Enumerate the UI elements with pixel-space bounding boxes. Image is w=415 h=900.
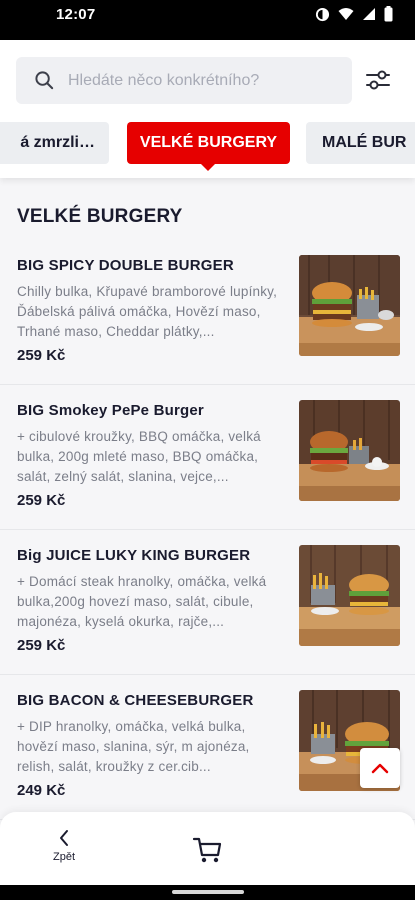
filter-button[interactable] bbox=[362, 64, 394, 96]
status-time: 12:07 bbox=[56, 6, 96, 23]
filter-icon bbox=[366, 70, 390, 90]
search-icon bbox=[35, 71, 54, 90]
item-price: 249 Kč bbox=[17, 782, 66, 799]
header: á zmrzli… VELKÉ BURGERY MALÉ BUR bbox=[0, 40, 415, 178]
search-bar[interactable] bbox=[16, 57, 352, 104]
search-input[interactable] bbox=[68, 57, 338, 104]
system-nav-bar bbox=[0, 885, 415, 900]
wifi-icon bbox=[338, 8, 354, 20]
status-icons bbox=[315, 6, 393, 22]
item-description: Chilly bulka, Křupavé bramborové lupínky… bbox=[17, 284, 278, 339]
back-label: Zpět bbox=[52, 851, 75, 863]
item-name: BIG BACON & CHEESEBURGER bbox=[17, 692, 254, 709]
data-saver-icon bbox=[315, 7, 330, 21]
item-name: Big JUICE LUKY KING BURGER bbox=[17, 547, 251, 564]
category-tab-next[interactable]: MALÉ BUR bbox=[306, 122, 415, 164]
list-item[interactable]: Big JUICE LUKY KING BURGER + Domácí stea… bbox=[0, 530, 415, 675]
item-name: BIG Smokey PePe Burger bbox=[17, 402, 204, 419]
home-indicator[interactable] bbox=[172, 890, 244, 894]
scroll-to-top-button[interactable] bbox=[360, 748, 400, 788]
item-description: + cibulové kroužky, BBQ omáčka, velká bu… bbox=[17, 429, 261, 484]
chevron-left-icon bbox=[60, 830, 68, 846]
item-price: 259 Kč bbox=[17, 347, 66, 364]
item-description: + DIP hranolky, omáčka, velká bulka, hov… bbox=[17, 719, 250, 774]
product-list: BIG SPICY DOUBLE BURGER Chilly bulka, Kř… bbox=[0, 240, 415, 820]
cart-icon bbox=[192, 837, 222, 863]
signal-icon bbox=[363, 8, 375, 20]
list-item[interactable]: BIG SPICY DOUBLE BURGER Chilly bulka, Kř… bbox=[0, 240, 415, 385]
list-item[interactable]: BIG BACON & CHEESEBURGER + DIP hranolky,… bbox=[0, 675, 415, 820]
cart-button[interactable] bbox=[192, 834, 224, 866]
item-name: BIG SPICY DOUBLE BURGER bbox=[17, 257, 234, 274]
active-tab-pointer bbox=[201, 164, 215, 171]
item-description: + Domácí steak hranolky, omáčka, velká b… bbox=[17, 574, 267, 629]
app-screen: á zmrzli… VELKÉ BURGERY MALÉ BUR VELKÉ B… bbox=[0, 40, 415, 885]
chevron-up-icon bbox=[371, 763, 389, 774]
category-tab-prev[interactable]: á zmrzli… bbox=[0, 122, 109, 164]
category-tab-active[interactable]: VELKÉ BURGERY bbox=[127, 122, 290, 164]
section-title: VELKÉ BURGERY bbox=[17, 206, 183, 227]
item-image bbox=[299, 545, 400, 646]
battery-icon bbox=[384, 6, 393, 22]
item-image bbox=[299, 255, 400, 356]
category-tabs: á zmrzli… VELKÉ BURGERY MALÉ BUR bbox=[0, 122, 415, 171]
back-button[interactable]: Zpět bbox=[44, 828, 84, 872]
status-bar: 12:07 bbox=[0, 0, 415, 40]
item-image bbox=[299, 400, 400, 501]
item-price: 259 Kč bbox=[17, 637, 66, 654]
item-price: 259 Kč bbox=[17, 492, 66, 509]
list-item[interactable]: BIG Smokey PePe Burger + cibulové kroužk… bbox=[0, 385, 415, 530]
bottom-bar: Zpět bbox=[0, 812, 415, 885]
